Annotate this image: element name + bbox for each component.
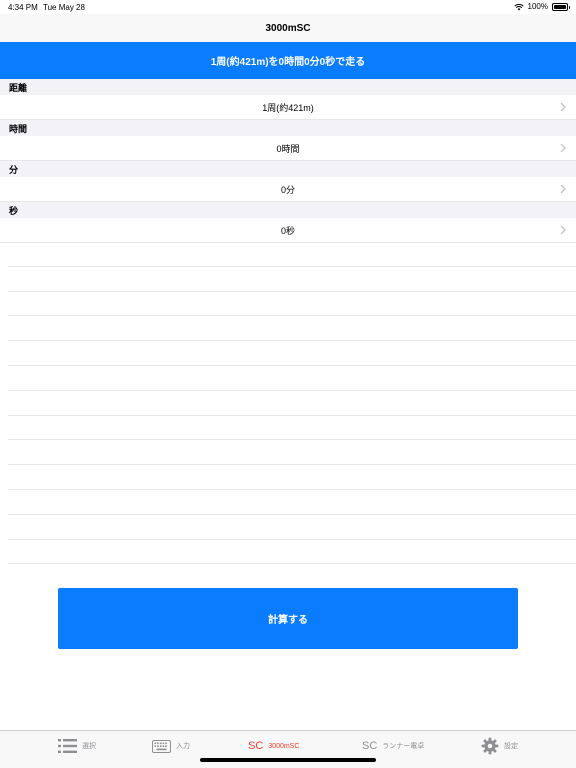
- tab-runner-calculator-label: ランナー電卓: [382, 743, 425, 750]
- empty-row: [8, 316, 576, 342]
- section-header-hours: 時間: [0, 120, 576, 136]
- empty-row: [8, 341, 576, 366]
- empty-row: [8, 267, 576, 292]
- tab-select-label: 選択: [82, 743, 96, 750]
- empty-row: [8, 465, 576, 490]
- keyboard-icon: [152, 739, 171, 753]
- result-banner: 1周(約421m)を0時間0分0秒で走る: [0, 42, 576, 79]
- hours-row[interactable]: 0時間: [0, 136, 576, 161]
- distance-value: 1周(約421m): [262, 102, 314, 113]
- calculate-button[interactable]: 計算する: [58, 588, 518, 649]
- list-icon: [58, 739, 77, 753]
- seconds-row[interactable]: 0秒: [0, 218, 576, 243]
- empty-row: [8, 540, 576, 565]
- empty-row: [8, 490, 576, 515]
- minutes-row[interactable]: 0分: [0, 177, 576, 202]
- section-header-seconds: 秒: [0, 202, 576, 218]
- sc-icon: SC: [362, 740, 378, 752]
- tab-bar: 選択 入力 SC 3000mSC SC ランナー電卓 設定: [0, 730, 576, 768]
- empty-row: [8, 391, 576, 416]
- tab-settings-label: 設定: [504, 743, 518, 750]
- minutes-value: 0分: [280, 184, 295, 195]
- status-bar: 4:34 PM Tue May 28 100%: [0, 0, 576, 14]
- page-title: 3000mSC: [265, 22, 311, 34]
- result-text: 1周(約421m)を0時間0分0秒で走る: [210, 57, 366, 68]
- chevron-right-icon: [560, 184, 566, 194]
- chevron-right-icon: [560, 225, 566, 235]
- home-indicator[interactable]: [200, 758, 376, 762]
- chevron-right-icon: [560, 102, 566, 112]
- gear-icon: [481, 737, 499, 755]
- tab-select[interactable]: 選択: [58, 737, 96, 755]
- section-header-distance: 距離: [0, 79, 576, 95]
- chevron-right-icon: [560, 143, 566, 153]
- calculate-button-label: 計算する: [268, 615, 308, 626]
- settings-form: 距離 1周(約421m) 時間 0時間 分 0分 秒 0秒: [0, 79, 576, 243]
- empty-table-rows: [8, 242, 576, 565]
- empty-row: [8, 440, 576, 466]
- status-right: 100%: [513, 2, 570, 11]
- empty-row: [8, 366, 576, 391]
- tab-3000msc-label: 3000mSC: [268, 742, 300, 750]
- tab-settings[interactable]: 設定: [481, 737, 518, 755]
- navigation-bar: 3000mSC: [0, 14, 576, 42]
- sc-icon: SC: [248, 740, 264, 752]
- tab-3000msc[interactable]: SC 3000mSC: [248, 737, 299, 755]
- battery-icon: [552, 2, 570, 11]
- empty-row: [8, 515, 576, 540]
- empty-row: [8, 242, 576, 267]
- tab-input-label: 入力: [176, 743, 190, 750]
- status-date: Tue May 28: [43, 3, 85, 12]
- battery-percent: 100%: [527, 2, 548, 11]
- empty-row: [8, 416, 576, 441]
- tab-runner-calculator[interactable]: SC ランナー電卓: [362, 737, 424, 755]
- seconds-value: 0秒: [280, 225, 295, 236]
- section-header-minutes: 分: [0, 161, 576, 177]
- hours-value: 0時間: [276, 143, 300, 154]
- empty-row: [8, 292, 576, 317]
- tab-input[interactable]: 入力: [152, 737, 190, 755]
- wifi-icon: [513, 3, 524, 10]
- distance-row[interactable]: 1周(約421m): [0, 95, 576, 120]
- status-time: 4:34 PM: [8, 3, 38, 12]
